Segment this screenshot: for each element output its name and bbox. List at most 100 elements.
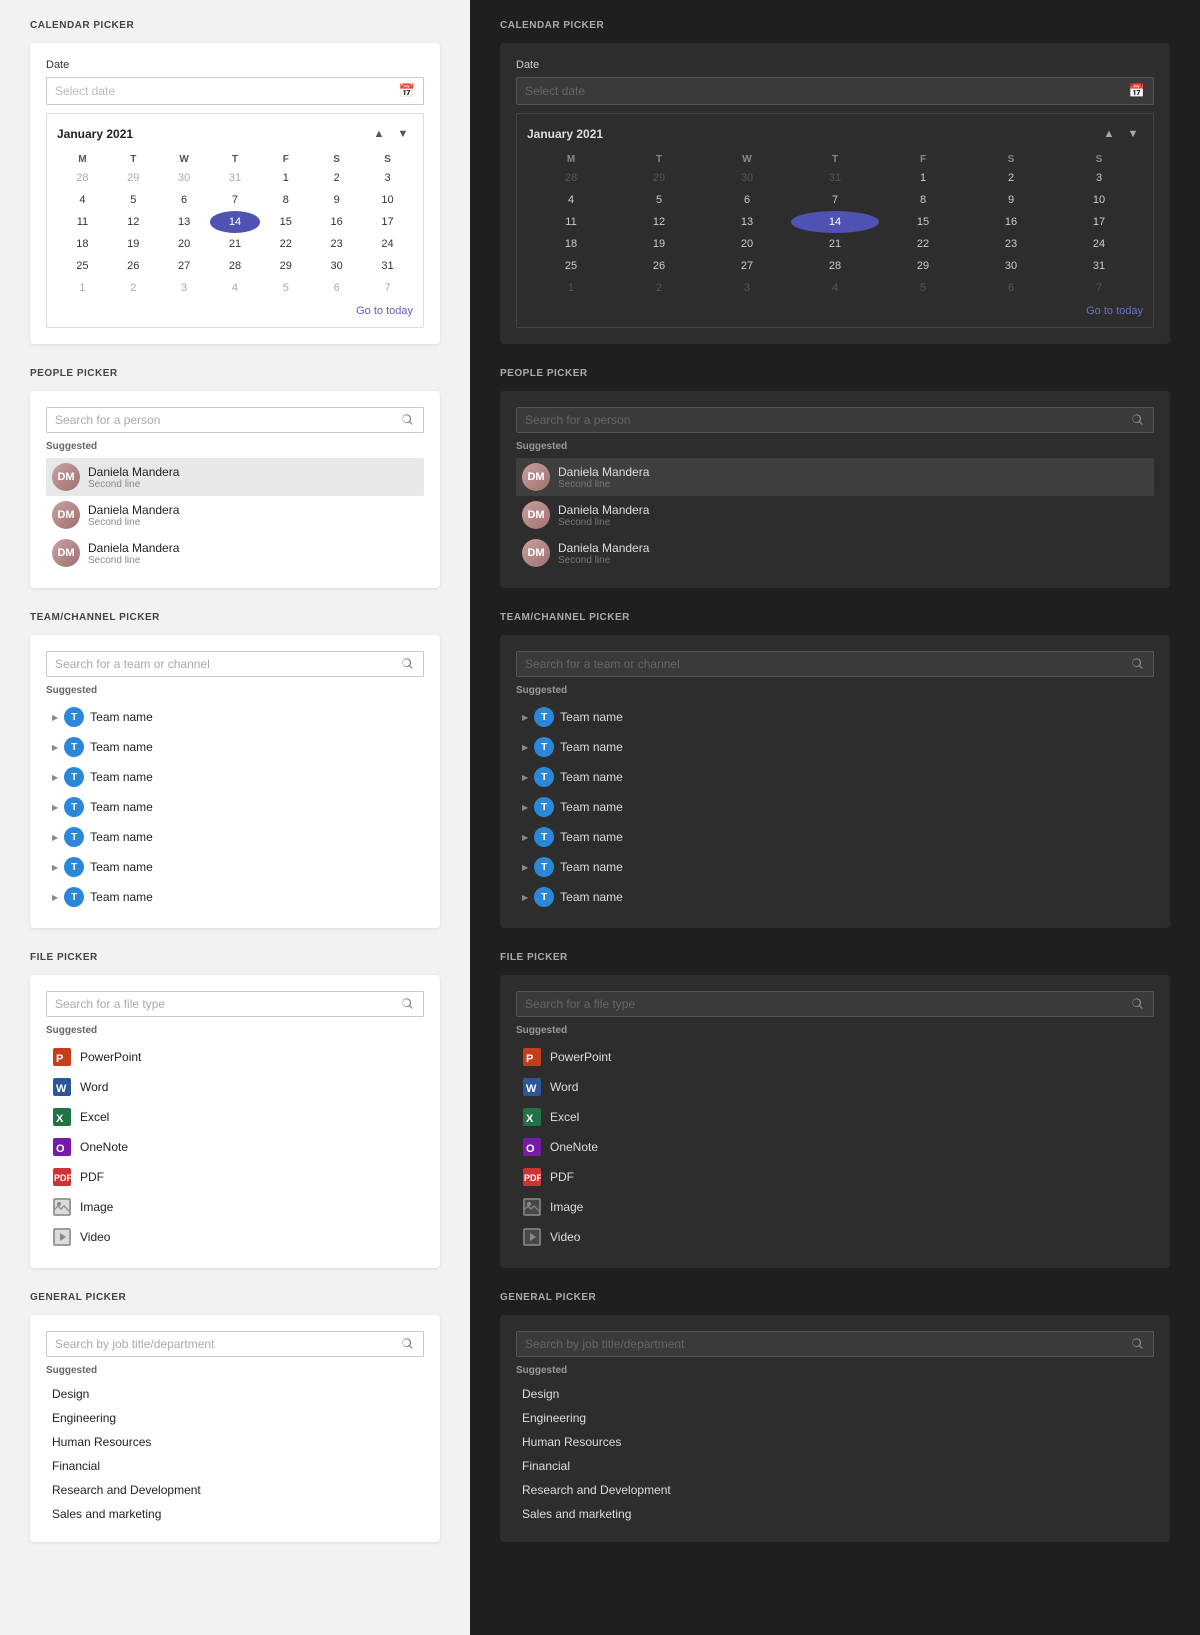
cal-day[interactable]: 3: [703, 277, 791, 299]
dark-file-search-box[interactable]: [516, 991, 1154, 1017]
cal-day[interactable]: 27: [159, 255, 210, 277]
cal-day[interactable]: 30: [967, 255, 1055, 277]
dark-team-search-input[interactable]: [525, 657, 1131, 671]
file-item[interactable]: Video: [46, 1222, 424, 1252]
cal-day[interactable]: 6: [159, 189, 210, 211]
cal-day[interactable]: 3: [362, 167, 413, 189]
team-item[interactable]: ▶Team name: [46, 702, 424, 732]
person-item[interactable]: DMDaniela ManderaSecond line: [516, 458, 1154, 496]
cal-day[interactable]: 29: [108, 167, 159, 189]
cal-day[interactable]: 2: [615, 277, 703, 299]
team-item[interactable]: ▶Team name: [46, 792, 424, 822]
file-item[interactable]: Image: [46, 1192, 424, 1222]
team-item[interactable]: ▶Team name: [516, 882, 1154, 912]
cal-day[interactable]: 13: [703, 211, 791, 233]
file-item[interactable]: OOneNote: [516, 1132, 1154, 1162]
cal-day[interactable]: 27: [703, 255, 791, 277]
light-general-search-box[interactable]: [46, 1331, 424, 1357]
cal-next-btn[interactable]: ▼: [393, 124, 413, 144]
cal-day[interactable]: 6: [311, 277, 362, 299]
cal-day[interactable]: 17: [362, 211, 413, 233]
cal-day[interactable]: 17: [1055, 211, 1143, 233]
team-item[interactable]: ▶Team name: [516, 792, 1154, 822]
cal-day[interactable]: 16: [967, 211, 1055, 233]
cal-day[interactable]: 31: [362, 255, 413, 277]
dark-team-search-box[interactable]: [516, 651, 1154, 677]
cal-day[interactable]: 28: [210, 255, 261, 277]
cal-day[interactable]: 3: [1055, 167, 1143, 189]
light-people-search-box[interactable]: [46, 407, 424, 433]
cal-day[interactable]: 7: [1055, 277, 1143, 299]
cal-day[interactable]: 1: [527, 277, 615, 299]
person-item[interactable]: DMDaniela ManderaSecond line: [516, 534, 1154, 572]
cal-day[interactable]: 30: [703, 167, 791, 189]
cal-day[interactable]: 19: [108, 233, 159, 255]
cal-day[interactable]: 28: [791, 255, 879, 277]
cal-day[interactable]: 8: [260, 189, 311, 211]
general-item[interactable]: Research and Development: [516, 1478, 1154, 1502]
team-item[interactable]: ▶Team name: [46, 762, 424, 792]
cal-day[interactable]: 4: [57, 189, 108, 211]
cal-day[interactable]: 3: [159, 277, 210, 299]
team-item[interactable]: ▶Team name: [516, 702, 1154, 732]
team-item[interactable]: ▶Team name: [516, 762, 1154, 792]
cal-day[interactable]: 14: [210, 211, 261, 233]
file-item[interactable]: Video: [516, 1222, 1154, 1252]
cal-day[interactable]: 5: [615, 189, 703, 211]
cal-day[interactable]: 4: [210, 277, 261, 299]
cal-day[interactable]: 2: [967, 167, 1055, 189]
cal-day[interactable]: 7: [362, 277, 413, 299]
cal-day[interactable]: 22: [260, 233, 311, 255]
cal-day[interactable]: 1: [260, 167, 311, 189]
cal-day[interactable]: 8: [879, 189, 967, 211]
cal-day[interactable]: 6: [703, 189, 791, 211]
dark-file-search-input[interactable]: [525, 997, 1131, 1011]
cal-day[interactable]: 31: [210, 167, 261, 189]
cal-day[interactable]: 25: [527, 255, 615, 277]
file-item[interactable]: OOneNote: [46, 1132, 424, 1162]
file-item[interactable]: PDFPDF: [46, 1162, 424, 1192]
cal-day[interactable]: 12: [615, 211, 703, 233]
cal-day[interactable]: 4: [527, 189, 615, 211]
dark-general-search-box[interactable]: [516, 1331, 1154, 1357]
cal-day[interactable]: 20: [703, 233, 791, 255]
general-item[interactable]: Sales and marketing: [516, 1502, 1154, 1526]
general-item[interactable]: Human Resources: [516, 1430, 1154, 1454]
general-item[interactable]: Financial: [516, 1454, 1154, 1478]
cal-day[interactable]: 13: [159, 211, 210, 233]
general-item[interactable]: Sales and marketing: [46, 1502, 424, 1526]
cal-day[interactable]: 7: [210, 189, 261, 211]
dark-go-to-today[interactable]: Go to today: [527, 305, 1143, 317]
cal-prev-btn[interactable]: ▲: [369, 124, 389, 144]
cal-day[interactable]: 28: [57, 167, 108, 189]
light-people-search-input[interactable]: [55, 413, 401, 427]
cal-day[interactable]: 7: [791, 189, 879, 211]
cal-day[interactable]: 26: [615, 255, 703, 277]
person-item[interactable]: DMDaniela ManderaSecond line: [46, 534, 424, 572]
light-general-search-input[interactable]: [55, 1337, 401, 1351]
cal-day[interactable]: 18: [527, 233, 615, 255]
dark-cal-next-btn[interactable]: ▼: [1123, 124, 1143, 144]
cal-day[interactable]: 15: [260, 211, 311, 233]
cal-day[interactable]: 9: [967, 189, 1055, 211]
cal-day[interactable]: 30: [159, 167, 210, 189]
cal-day[interactable]: 16: [311, 211, 362, 233]
cal-day[interactable]: 6: [967, 277, 1055, 299]
cal-day[interactable]: 23: [967, 233, 1055, 255]
general-item[interactable]: Human Resources: [46, 1430, 424, 1454]
cal-day[interactable]: 31: [1055, 255, 1143, 277]
file-item[interactable]: PDFPDF: [516, 1162, 1154, 1192]
cal-day[interactable]: 19: [615, 233, 703, 255]
file-item[interactable]: PPowerPoint: [46, 1042, 424, 1072]
cal-day[interactable]: 5: [108, 189, 159, 211]
cal-day[interactable]: 21: [210, 233, 261, 255]
team-item[interactable]: ▶Team name: [516, 822, 1154, 852]
general-item[interactable]: Research and Development: [46, 1478, 424, 1502]
cal-day[interactable]: 31: [791, 167, 879, 189]
cal-day[interactable]: 29: [879, 255, 967, 277]
light-date-input[interactable]: Select date 📅: [46, 77, 424, 105]
team-item[interactable]: ▶Team name: [46, 732, 424, 762]
general-item[interactable]: Design: [516, 1382, 1154, 1406]
person-item[interactable]: DMDaniela ManderaSecond line: [46, 458, 424, 496]
general-item[interactable]: Engineering: [46, 1406, 424, 1430]
